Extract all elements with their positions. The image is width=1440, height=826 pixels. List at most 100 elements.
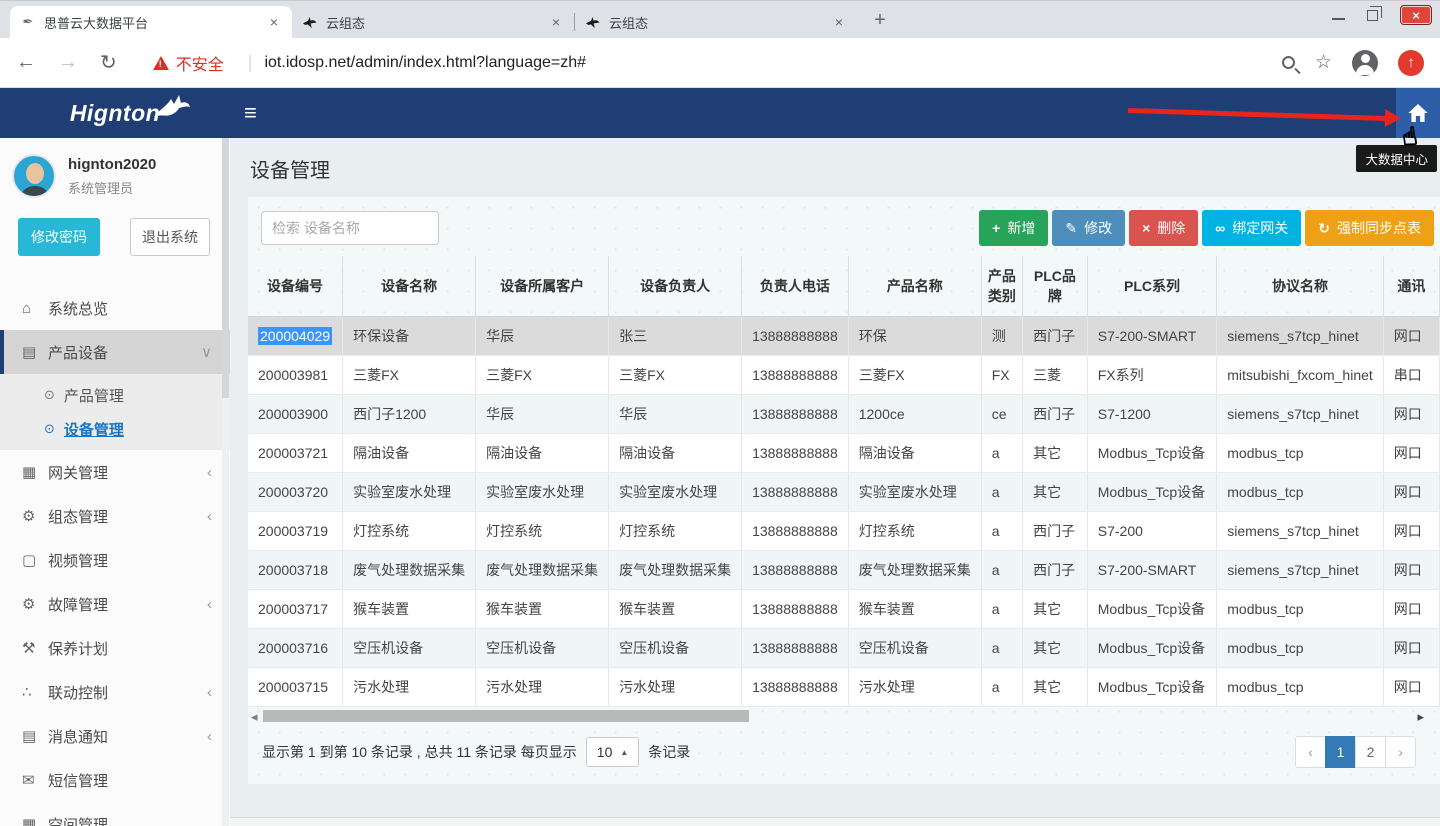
bookmark-star-icon[interactable]: ☆ [1315,51,1332,74]
table-cell: 空压机设备 [609,629,742,668]
dot-circle-icon: ⊙ [44,387,55,403]
table-cell: 其它 [1023,473,1088,512]
chevron-left-icon: ‹ [207,684,212,701]
table-row[interactable]: 200003715污水处理污水处理污水处理13888888888污水处理a其它M… [248,668,1440,707]
envelope-icon: ✉ [22,771,48,789]
table-cell: 隔油设备 [609,434,742,473]
tab-close-icon[interactable]: × [266,14,282,30]
toolbar-button[interactable]: ✎修改 [1052,210,1125,246]
sidebar-item[interactable]: ▢视频管理 [0,538,230,582]
tab-close-icon[interactable]: × [548,14,564,30]
reload-icon[interactable]: ↻ [100,50,117,75]
table-cell: 猴车装置 [476,590,609,629]
table-row[interactable]: 200003720实验室废水处理实验室废水处理实验室废水处理1388888888… [248,473,1440,512]
sidebar-item[interactable]: ▤消息通知‹ [0,714,230,758]
sidebar-subitem-label: 设备管理 [64,419,124,440]
prev-page-button[interactable]: ‹ [1295,736,1326,768]
hamburger-menu-icon[interactable]: ≡ [244,100,257,126]
table-cell: 200003715 [248,668,343,707]
sidebar-item-label: 产品设备 [48,342,201,363]
table-cell: 废气处理数据采集 [343,551,476,590]
table-cell: 200004029 [248,317,343,356]
chevron-left-icon: ‹ [207,508,212,525]
user-role: 系统管理员 [68,178,156,197]
sidebar-item[interactable]: ✉短信管理 [0,758,230,802]
table-row[interactable]: 200003718废气处理数据采集废气处理数据采集废气处理数据采集1388888… [248,551,1440,590]
table-cell: 实验室废水处理 [848,473,981,512]
browser-tab[interactable]: 云组态 × [292,6,574,38]
bird-favicon-icon [585,16,601,29]
scroll-right-icon[interactable]: ▸ [1417,709,1424,725]
next-page-button[interactable]: › [1385,736,1416,768]
sidebar-item[interactable]: ⌂系统总览 [0,286,230,330]
sidebar-item[interactable]: ⚙组态管理‹ [0,494,230,538]
new-tab-button[interactable]: + [867,9,893,32]
bird-favicon-icon [302,16,318,29]
sidebar-item[interactable]: ▤产品设备∨ [0,330,230,374]
window-restore-icon[interactable] [1367,10,1378,21]
sidebar-item-label: 空间管理 [48,814,212,826]
table-cell: 华辰 [476,395,609,434]
table-cell: 200003900 [248,395,343,434]
change-password-button[interactable]: 修改密码 [18,218,100,256]
zoom-search-icon[interactable] [1282,56,1295,69]
table-cell: 实验室废水处理 [343,473,476,512]
back-icon[interactable]: ← [16,51,36,74]
table-row[interactable]: 200003721隔油设备隔油设备隔油设备13888888888隔油设备a其它M… [248,434,1440,473]
security-chip[interactable]: ! 不安全 [153,51,224,75]
table-cell: 灯控系统 [343,512,476,551]
table-cell: 灯控系统 [848,512,981,551]
browser-update-icon[interactable]: ↑ [1398,50,1424,76]
browser-profile-avatar[interactable] [1352,50,1378,76]
table-cell: 200003720 [248,473,343,512]
table-cell: Modbus_Tcp设备 [1087,629,1217,668]
table-cell: ce [981,395,1022,434]
sidebar-item[interactable]: ∴联动控制‹ [0,670,230,714]
sidebar-scrollbar-thumb[interactable] [222,138,229,398]
home-icon [1408,104,1428,122]
browser-tab-bar: ✒ 思普云大数据平台 × 云组态 × 云组态 × + × [0,0,1440,38]
table-cell: S7-200-SMART [1087,551,1217,590]
sidebar-subitem[interactable]: ⊙设备管理 [0,412,230,446]
column-header: 设备名称 [343,256,476,317]
page-button-1[interactable]: 1 [1325,736,1356,768]
table-row[interactable]: 200003716空压机设备空压机设备空压机设备13888888888空压机设备… [248,629,1440,668]
table-row[interactable]: 200003900西门子1200华辰华辰138888888881200cece西… [248,395,1440,434]
table-cell: 网口 [1383,629,1439,668]
sidebar-item[interactable]: ▦网关管理‹ [0,450,230,494]
sidebar-item[interactable]: ▦空间管理 [0,802,230,826]
table-cell: 猴车装置 [848,590,981,629]
table-row[interactable]: 200003719灯控系统灯控系统灯控系统13888888888灯控系统a西门子… [248,512,1440,551]
forward-icon[interactable]: → [58,51,78,74]
logout-button[interactable]: 退出系统 [130,218,210,256]
add-button[interactable]: +新增 [979,210,1048,246]
browser-tab-active[interactable]: ✒ 思普云大数据平台 × [10,6,292,38]
table-cell: 200003718 [248,551,343,590]
table-row[interactable]: 200003981三菱FX三菱FX三菱FX13888888888三菱FXFX三菱… [248,356,1440,395]
window-close-icon[interactable]: × [1400,5,1432,25]
url-text[interactable]: iot.idosp.net/admin/index.html?language=… [264,54,586,72]
toolbar-button[interactable]: ∞绑定网关 [1202,210,1301,246]
sidebar-item[interactable]: ⚒保养计划 [0,626,230,670]
browser-address-bar: ← → ↻ ! 不安全 | iot.idosp.net/admin/index.… [0,38,1440,88]
book-icon: ▤ [22,343,48,361]
table-row[interactable]: 200003717猴车装置猴车装置猴车装置13888888888猴车装置a其它M… [248,590,1440,629]
search-input[interactable] [261,211,439,245]
table-cell: 灯控系统 [609,512,742,551]
table-row[interactable]: 200004029环保设备华辰张三13888888888环保测西门子S7-200… [248,317,1440,356]
page-button-2[interactable]: 2 [1355,736,1386,768]
sidebar-subitem[interactable]: ⊙ 产品管理 [0,378,230,412]
table-cell: 空压机设备 [343,629,476,668]
sidebar-subitem-label: 产品管理 [64,385,124,406]
window-minimize-icon[interactable] [1332,18,1345,20]
sidebar-item[interactable]: ⚙故障管理‹ [0,582,230,626]
scroll-left-icon[interactable]: ◂ [251,709,258,725]
toolbar-button[interactable]: ×删除 [1129,210,1198,246]
table-cell: siemens_s7tcp_hinet [1217,395,1384,434]
scrollbar-thumb[interactable] [263,710,749,722]
tab-close-icon[interactable]: × [831,14,847,30]
page-size-select[interactable]: 10 ▲ [586,737,640,767]
card-icon: ▦ [22,815,48,826]
browser-tab[interactable]: 云组态 × [575,6,857,38]
toolbar-button[interactable]: ↻强制同步点表 [1305,210,1434,246]
